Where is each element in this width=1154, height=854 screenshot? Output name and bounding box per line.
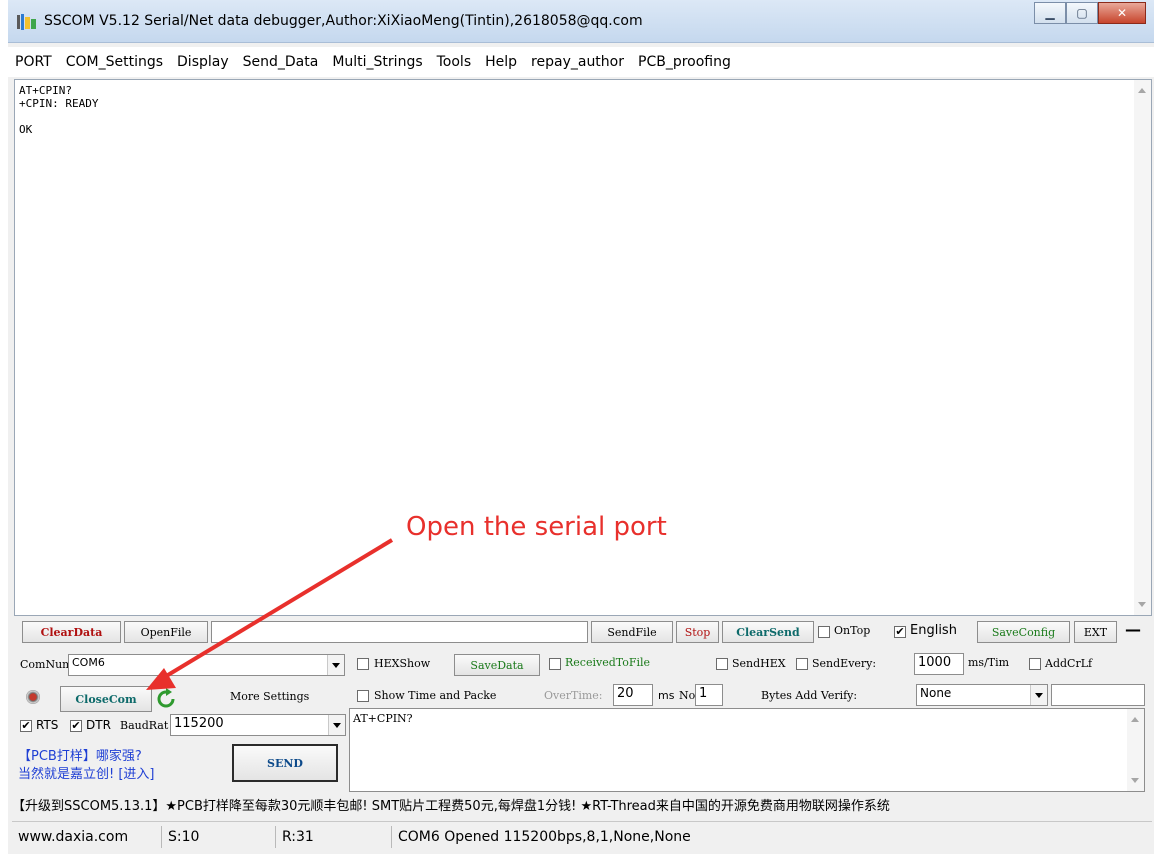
com-num-value: COM6	[72, 656, 105, 669]
scroll-down-icon[interactable]	[1138, 602, 1146, 607]
website-link[interactable]: www.daxia.com	[12, 825, 162, 848]
chevron-down-icon[interactable]	[328, 715, 345, 735]
menu-repay-author[interactable]: repay_author	[524, 54, 631, 70]
stop-button[interactable]: Stop	[676, 621, 719, 643]
rts-label: RTS	[36, 718, 59, 732]
overtime-label: OverTime:	[544, 689, 603, 702]
pcb-promo-link[interactable]: 【PCB打样】哪家强? 当然就是嘉立创! [进入]	[18, 748, 155, 784]
menu-port[interactable]: PORT	[8, 54, 59, 70]
sscom-icon	[16, 13, 38, 31]
send-hex-label: SendHEX	[732, 657, 786, 670]
add-crlf-checkbox[interactable]	[1029, 658, 1041, 670]
send-text: AT+CPIN?	[353, 712, 413, 725]
receive-text: AT+CPIN? +CPIN: READY OK	[19, 84, 98, 136]
com-num-select[interactable]: COM6	[68, 654, 345, 676]
sent-count: S:10	[162, 825, 276, 848]
send-every-label: SendEvery:	[812, 657, 877, 670]
hexshow-label: HEXShow	[374, 657, 431, 670]
menu-multi-strings[interactable]: Multi_Strings	[325, 54, 429, 70]
ms-label: ms	[658, 689, 675, 702]
com-num-label: ComNum	[20, 658, 73, 671]
file-path-input[interactable]	[211, 621, 588, 643]
rts-checkbox[interactable]: ✔	[20, 720, 32, 732]
minimize-icon[interactable]: ▁	[1034, 2, 1066, 24]
menu-pcb-proofing[interactable]: PCB_proofing	[631, 54, 738, 70]
verify-result-field	[1051, 684, 1145, 706]
save-data-button[interactable]: SaveData	[454, 654, 540, 676]
chevron-down-icon[interactable]	[1030, 685, 1047, 705]
send-every-input[interactable]: 1000	[914, 653, 964, 675]
add-crlf-label: AddCrLf	[1045, 657, 1093, 670]
window-title: SSCOM V5.12 Serial/Net data debugger,Aut…	[44, 13, 643, 29]
dtr-checkbox[interactable]: ✔	[70, 720, 82, 732]
ext-button[interactable]: EXT	[1074, 621, 1117, 643]
status-bar: www.daxia.com S:10 R:31 COM6 Opened 1152…	[12, 821, 1152, 851]
collapse-button[interactable]: —	[1125, 620, 1141, 639]
maximize-icon[interactable]: ▢	[1066, 2, 1098, 24]
bytes-add-verify-label: Bytes Add Verify:	[761, 689, 858, 702]
chevron-down-icon[interactable]	[327, 655, 344, 675]
menu-tools[interactable]: Tools	[430, 54, 479, 70]
refresh-icon[interactable]	[155, 688, 177, 714]
title-bar: SSCOM V5.12 Serial/Net data debugger,Aut…	[8, 0, 1154, 43]
baud-label: BaudRat	[120, 719, 169, 732]
menu-help[interactable]: Help	[478, 54, 524, 70]
on-top-checkbox[interactable]	[818, 626, 830, 638]
caption-buttons: ▁ ▢ ✕	[1034, 2, 1146, 24]
clear-data-button[interactable]: ClearData	[22, 621, 121, 643]
hexshow-checkbox[interactable]	[357, 658, 369, 670]
menu-display[interactable]: Display	[170, 54, 236, 70]
send-file-button[interactable]: SendFile	[591, 621, 673, 643]
ticker-text: 【升级到SSCOM5.13.1】★PCB打样降至每款30元顺丰包邮! SMT贴片…	[12, 798, 890, 814]
send-button[interactable]: SEND	[232, 744, 338, 782]
received-to-file-checkbox[interactable]	[549, 658, 561, 670]
save-config-button[interactable]: SaveConfig	[977, 621, 1070, 643]
verify-value: None	[920, 686, 952, 700]
scroll-down-icon[interactable]	[1131, 778, 1139, 783]
dtr-label: DTR	[86, 718, 111, 732]
send-hex-checkbox[interactable]	[716, 658, 728, 670]
send-scrollbar[interactable]	[1127, 709, 1144, 791]
close-com-button[interactable]: CloseCom	[60, 686, 152, 712]
sscom-window: SSCOM V5.12 Serial/Net data debugger,Aut…	[8, 0, 1154, 854]
english-checkbox[interactable]: ✔	[894, 626, 906, 638]
receive-line: OK	[19, 123, 33, 136]
send-every-checkbox[interactable]	[796, 658, 808, 670]
menu-com-settings[interactable]: COM_Settings	[59, 54, 170, 70]
receive-line: AT+CPIN?	[19, 84, 72, 97]
promo-line-1: 【PCB打样】哪家强?	[18, 749, 142, 764]
menu-send-data[interactable]: Send_Data	[236, 54, 326, 70]
baud-rate-value: 115200	[174, 716, 224, 731]
send-text-area[interactable]: AT+CPIN?	[349, 708, 1145, 792]
promo-line-2: 当然就是嘉立创! [进入]	[18, 767, 155, 782]
receive-scrollbar[interactable]	[1134, 80, 1151, 615]
show-time-label: Show Time and Packe	[374, 689, 497, 702]
port-status: COM6 Opened 115200bps,8,1,None,None	[398, 828, 691, 845]
received-count: R:31	[276, 825, 392, 848]
record-icon	[26, 690, 40, 704]
english-label: English	[910, 623, 957, 638]
receive-line: +CPIN: READY	[19, 97, 99, 110]
received-to-file-label: ReceivedToFile	[565, 656, 651, 669]
scroll-up-icon[interactable]	[1138, 88, 1146, 93]
scroll-up-icon[interactable]	[1131, 717, 1139, 722]
overtime-input[interactable]: 20	[613, 684, 653, 706]
clear-send-button[interactable]: ClearSend	[722, 621, 814, 643]
no-label: No	[679, 689, 696, 702]
verify-select[interactable]: None	[916, 684, 1048, 706]
annotation-text: Open the serial port	[406, 512, 667, 542]
no-input[interactable]: 1	[695, 684, 723, 706]
more-settings-button[interactable]: More Settings	[230, 690, 309, 703]
open-file-button[interactable]: OpenFile	[124, 621, 208, 643]
ms-tim-label: ms/Tim	[968, 656, 1010, 669]
menu-bar: PORT COM_Settings Display Send_Data Mult…	[8, 47, 1154, 77]
show-time-checkbox[interactable]	[357, 690, 369, 702]
baud-rate-select[interactable]: 115200	[170, 714, 346, 736]
news-ticker[interactable]: 【升级到SSCOM5.13.1】★PCB打样降至每款30元顺丰包邮! SMT贴片…	[12, 792, 1152, 816]
close-icon[interactable]: ✕	[1098, 2, 1146, 24]
on-top-label: OnTop	[834, 624, 871, 637]
